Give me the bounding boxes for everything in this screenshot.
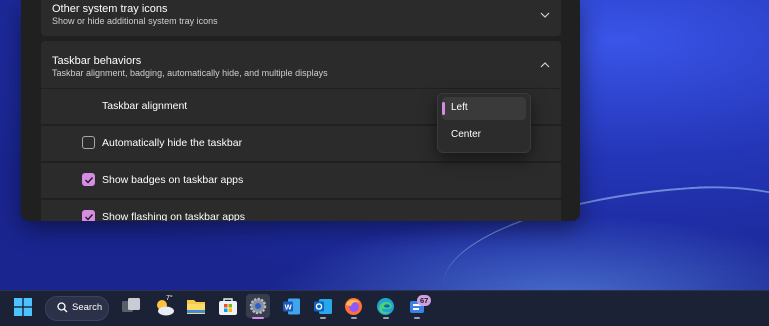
checkmark-icon: [85, 177, 94, 184]
taskbar-behaviors-title: Taskbar behaviors: [52, 55, 142, 67]
auto-hide-label: Automatically hide the taskbar: [102, 137, 243, 149]
chevron-down-icon[interactable]: [539, 9, 551, 21]
taskbar-alignment-dropdown: Left Center: [437, 93, 531, 153]
firefox-running-indicator: [351, 317, 357, 319]
search-label: Search: [72, 302, 103, 313]
show-badges-label: Show badges on taskbar apps: [102, 174, 244, 186]
show-badges-checkbox[interactable]: [82, 173, 95, 186]
weather-temperature: 7°: [166, 295, 173, 302]
notification-badge: 67: [417, 295, 432, 306]
settings-taskbar-button[interactable]: [246, 294, 270, 318]
checkmark-icon: [85, 214, 94, 221]
alignment-option-center-label: Center: [451, 129, 482, 140]
system-tray-icons-subtitle: Show or hide additional system tray icon…: [52, 16, 218, 26]
microsoft-store-icon[interactable]: [218, 297, 238, 316]
edge-running-indicator: [383, 317, 389, 319]
firefox-icon[interactable]: [344, 297, 363, 316]
system-tray-icons-title: Other system tray icons: [52, 3, 168, 15]
show-flashing-label: Show flashing on taskbar apps: [102, 211, 246, 221]
taskbar-alignment-label: Taskbar alignment: [102, 100, 188, 112]
taskbar-behaviors-card[interactable]: Taskbar behaviors Taskbar alignment, bad…: [41, 41, 561, 88]
system-tray-icons-card[interactable]: Other system tray icons Show or hide add…: [41, 0, 561, 36]
outlook-running-indicator: [320, 317, 326, 319]
search-icon: [57, 302, 68, 313]
task-view-icon[interactable]: [121, 297, 141, 315]
chat-app-running-indicator: [414, 317, 420, 319]
gear-icon: [249, 297, 267, 315]
selection-indicator: [442, 102, 445, 115]
auto-hide-checkbox[interactable]: [82, 136, 95, 149]
file-explorer-icon[interactable]: [186, 298, 206, 315]
settings-active-indicator: [252, 317, 264, 319]
show-flashing-row[interactable]: Show flashing on taskbar apps: [41, 200, 561, 221]
show-flashing-checkbox[interactable]: [82, 210, 95, 221]
word-icon[interactable]: W: [282, 298, 301, 315]
windows-start-icon[interactable]: [14, 298, 32, 316]
taskbar-behaviors-subtitle: Taskbar alignment, badging, automaticall…: [52, 68, 328, 78]
alignment-option-left-label: Left: [451, 102, 468, 113]
outlook-icon[interactable]: [313, 298, 333, 315]
taskbar-search-box[interactable]: Search: [45, 296, 109, 321]
svg-text:W: W: [285, 302, 293, 311]
chevron-up-icon[interactable]: [539, 59, 551, 71]
show-badges-row[interactable]: Show badges on taskbar apps: [41, 163, 561, 198]
alignment-option-left[interactable]: Left: [442, 97, 526, 120]
edge-icon[interactable]: [376, 297, 395, 316]
alignment-option-center[interactable]: Center: [442, 124, 526, 147]
